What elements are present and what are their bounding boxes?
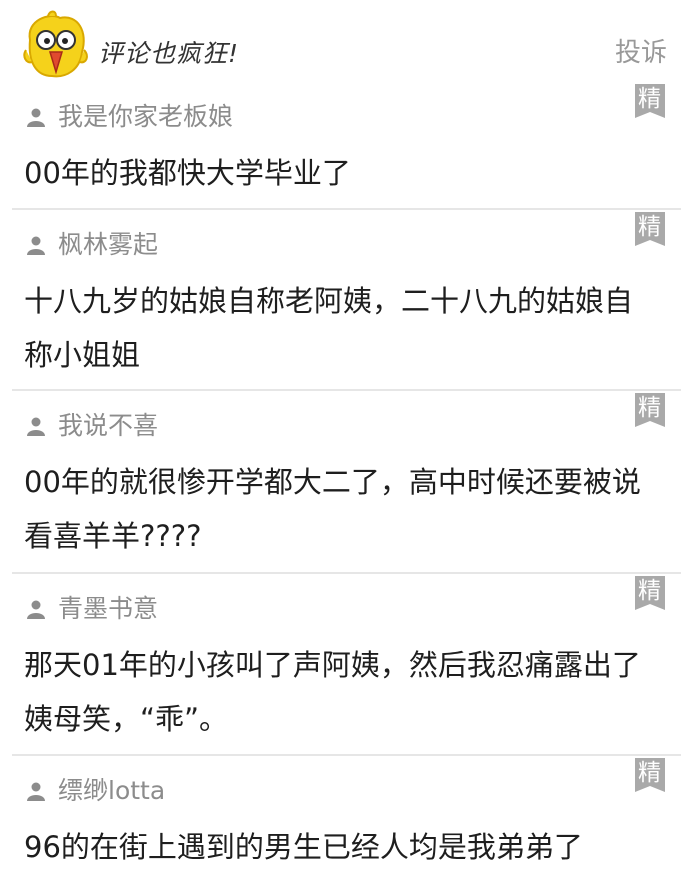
featured-badge: 精 (635, 393, 665, 427)
header-title: 评论也疯狂! (98, 39, 240, 68)
comment-username: 枫林雾起 (58, 230, 159, 259)
comment-text: 00年的就很惨开学都大二了，高中时候还要被说看喜羊羊???? (24, 465, 641, 553)
comment-item: 精 我说不喜 00年的就很惨开学都大二了，高中时候还要被说看喜羊羊???? (0, 393, 681, 574)
comment-text: 十八九岁的姑娘自称老阿姨，二十八九的姑娘自称小姐姐 (24, 284, 634, 372)
report-button[interactable]: 投诉 (615, 32, 667, 69)
comment-text: 96的在街上遇到的男生已经人均是我弟弟了 (24, 830, 583, 864)
featured-badge-label: 精 (638, 578, 661, 604)
comment-item: 精 缥缈lotta 96的在街上遇到的男生已经人均是我弟弟了 (0, 758, 681, 884)
featured-badge: 精 (635, 758, 665, 792)
comment-item: 精 我是你家老板娘 00年的我都快大学毕业了 (0, 84, 681, 210)
comment-divider (12, 572, 681, 574)
user-icon (27, 417, 45, 436)
comment-divider (12, 389, 681, 391)
comment-username: 缥缈lotta (58, 776, 166, 805)
user-icon (27, 600, 45, 619)
featured-badge: 精 (635, 84, 665, 118)
comment-user[interactable]: 青墨书意 (26, 594, 158, 624)
featured-badge-label: 精 (638, 214, 661, 240)
comment-user[interactable]: 枫林雾起 (26, 230, 158, 260)
featured-badge: 精 (635, 212, 665, 246)
comment-user[interactable]: 我说不喜 (26, 411, 158, 441)
featured-badge-label: 精 (638, 86, 661, 112)
featured-badge-label: 精 (638, 395, 661, 421)
comment-username: 我说不喜 (58, 411, 159, 440)
user-icon (27, 782, 45, 801)
user-icon (27, 236, 45, 255)
comment-item: 精 枫林雾起 十八九岁的姑娘自称老阿姨，二十八九的姑娘自称小姐姐 (0, 212, 681, 391)
chick-mascot-icon (22, 10, 90, 80)
comment-text: 00年的我都快大学毕业了 (24, 156, 351, 190)
user-icon (27, 108, 45, 127)
comment-divider (12, 754, 681, 756)
comment-divider (12, 208, 681, 210)
comment-text: 那天01年的小孩叫了声阿姨，然后我忍痛露出了姨母笑，“乖”。 (24, 648, 641, 736)
comment-user[interactable]: 缥缈lotta (26, 776, 165, 806)
header: 评论也疯狂! 投诉 (0, 0, 681, 84)
comment-user[interactable]: 我是你家老板娘 (26, 102, 233, 132)
comment-item: 精 青墨书意 那天01年的小孩叫了声阿姨，然后我忍痛露出了姨母笑，“乖”。 (0, 576, 681, 756)
featured-badge-label: 精 (638, 760, 661, 786)
comment-username: 我是你家老板娘 (58, 102, 234, 131)
comment-username: 青墨书意 (58, 594, 159, 623)
featured-badge: 精 (635, 576, 665, 610)
